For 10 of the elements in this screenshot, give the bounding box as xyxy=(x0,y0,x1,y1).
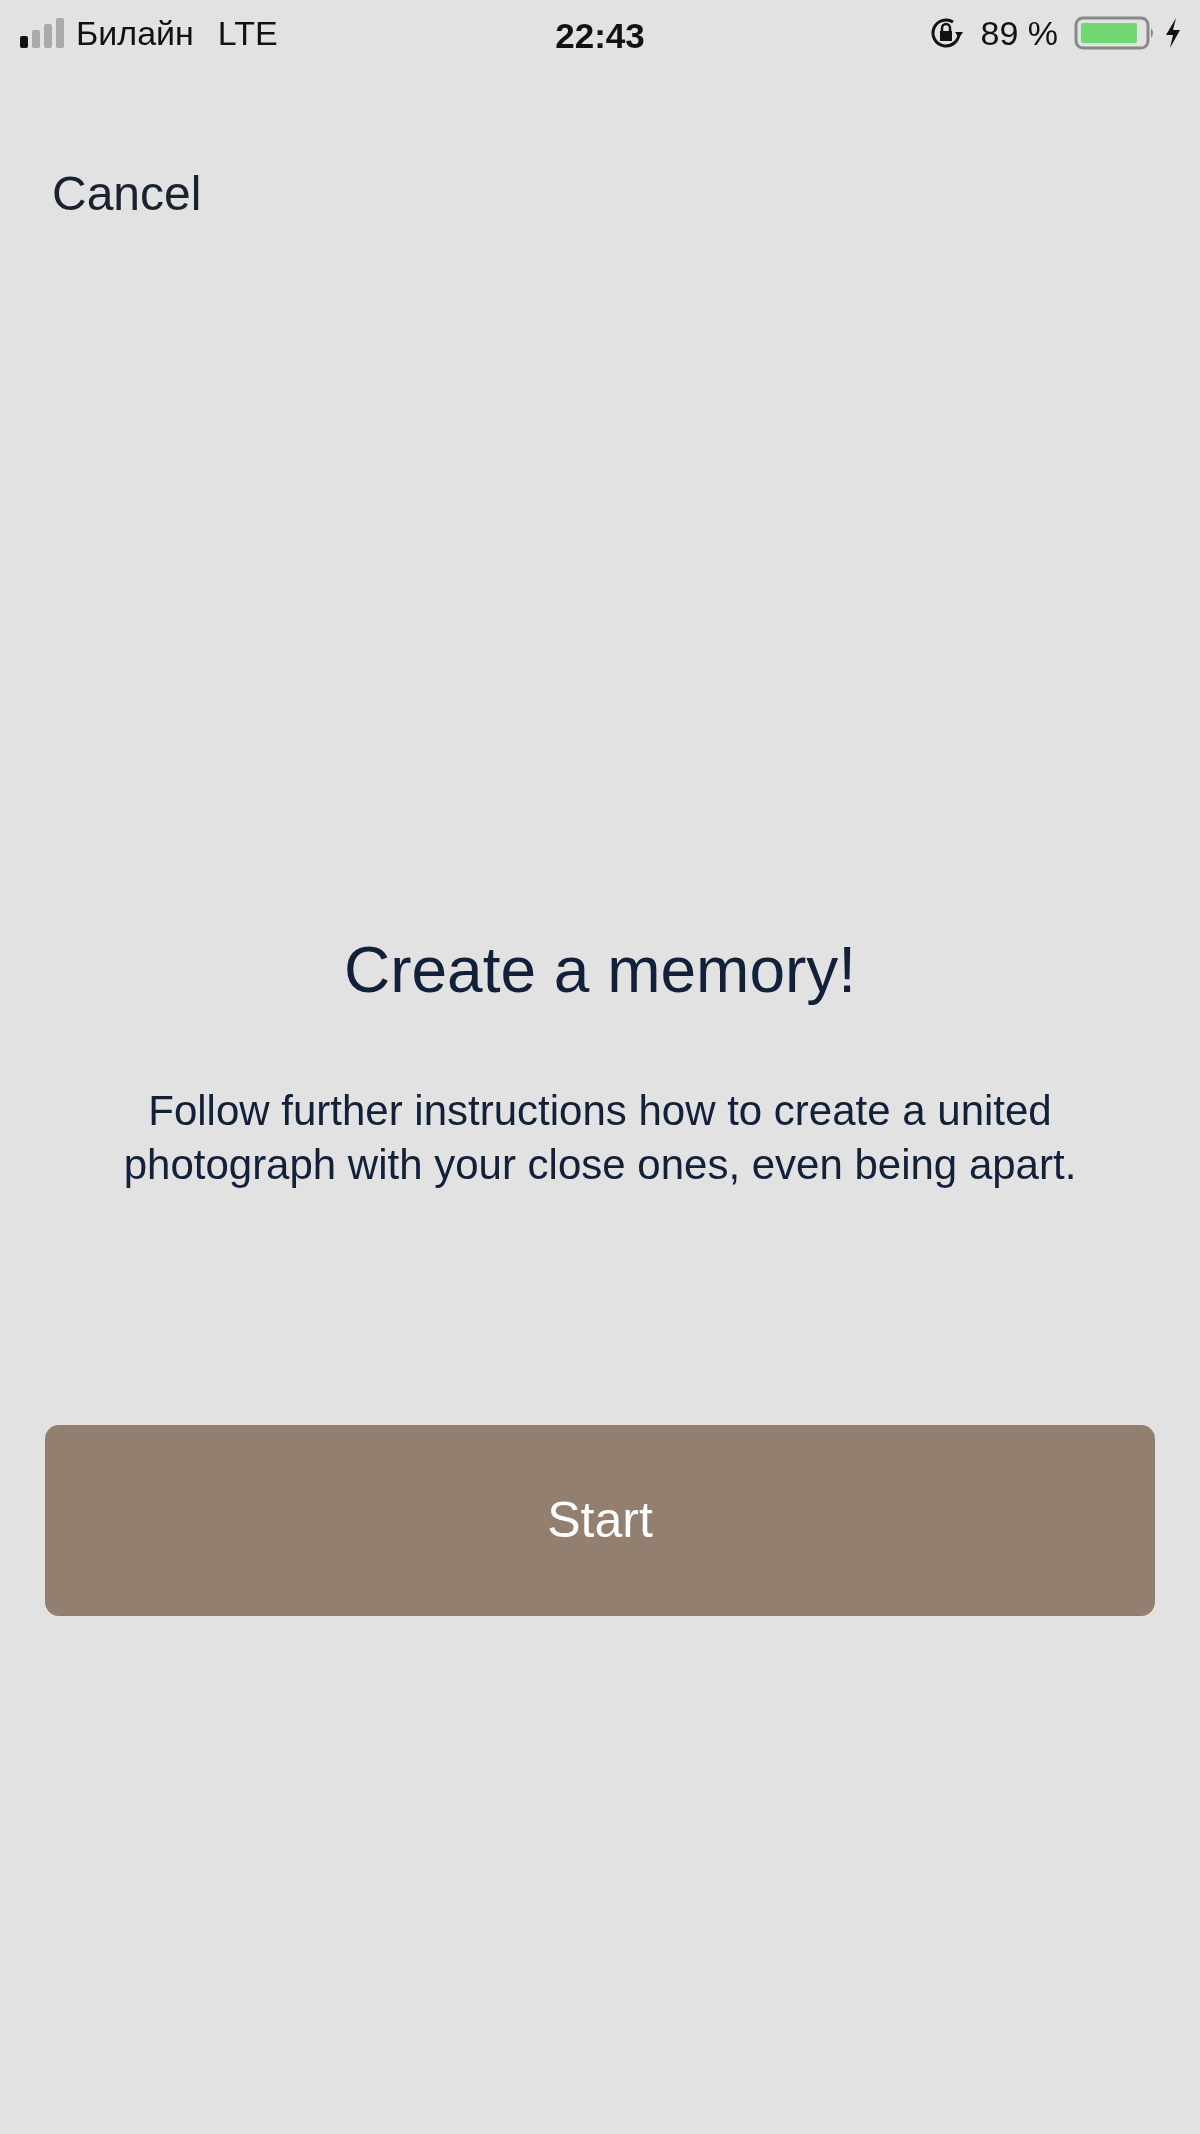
cancel-button[interactable]: Cancel xyxy=(52,170,202,218)
battery-percent: 89 % xyxy=(980,12,1058,54)
carrier-name: Билайн xyxy=(76,12,194,54)
charging-bolt-icon xyxy=(1164,17,1182,49)
start-button[interactable]: Start xyxy=(45,1425,1155,1616)
battery-icon xyxy=(1074,16,1156,50)
rotation-lock-icon xyxy=(928,16,965,50)
clock-time: 22:43 xyxy=(555,15,645,57)
network-type: LTE xyxy=(217,12,278,54)
description-text: Follow further instructions how to create a united photograph with your close ones, even being apart. xyxy=(122,1086,1078,1190)
